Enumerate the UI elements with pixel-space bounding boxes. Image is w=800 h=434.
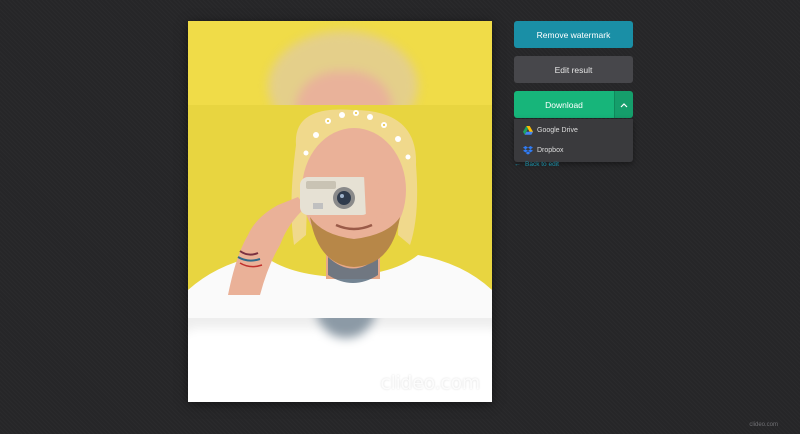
arrow-left-icon: ← — [514, 161, 521, 168]
dropbox-icon — [522, 145, 533, 156]
back-to-edit-label: Back to edit — [525, 161, 559, 168]
chevron-up-icon — [620, 102, 628, 107]
download-options-toggle[interactable] — [614, 91, 633, 118]
download-button[interactable]: Download — [514, 91, 614, 118]
portrait-image — [188, 105, 492, 318]
remove-watermark-button[interactable]: Remove watermark — [514, 21, 633, 48]
menu-item-label: Google Drive — [537, 126, 578, 134]
google-drive-icon — [522, 125, 533, 136]
menu-item-dropbox[interactable]: Dropbox — [514, 140, 633, 160]
menu-item-label: Dropbox — [537, 146, 564, 154]
edit-result-button[interactable]: Edit result — [514, 56, 633, 83]
back-to-edit-link[interactable]: ← Back to edit — [514, 161, 559, 168]
footer-brand: clideo.com — [749, 422, 778, 428]
result-preview: clideo.com — [188, 21, 492, 402]
menu-item-google-drive[interactable]: Google Drive — [514, 120, 633, 140]
preview-bottom-band: clideo.com — [188, 318, 492, 402]
preview-top-band — [188, 21, 492, 105]
preview-photo — [188, 105, 492, 318]
watermark-text: clideo.com — [380, 372, 480, 394]
download-menu: Google Drive Dropbox — [514, 119, 633, 162]
